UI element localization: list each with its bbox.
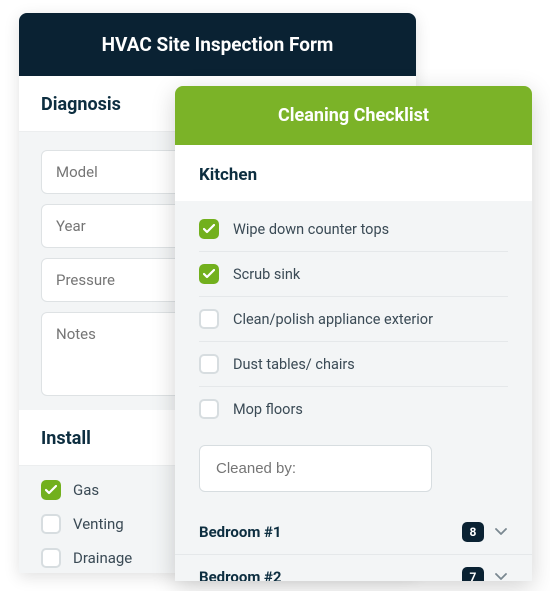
room-row-bedroom-1[interactable]: Bedroom #1 8 xyxy=(175,510,532,555)
install-item-label: Venting xyxy=(73,515,124,533)
room-row-bedroom-2[interactable]: Bedroom #2 7 xyxy=(175,555,532,581)
checkbox-icon xyxy=(199,354,219,374)
task-row[interactable]: Dust tables/ chairs xyxy=(199,342,508,387)
checkbox-icon xyxy=(199,219,219,239)
checkbox-icon xyxy=(199,399,219,419)
task-label: Clean/polish appliance exterior xyxy=(233,311,433,328)
checkbox-icon xyxy=(199,264,219,284)
task-label: Dust tables/ chairs xyxy=(233,356,355,373)
room-count-badge: 7 xyxy=(462,567,484,581)
task-label: Wipe down counter tops xyxy=(233,221,389,238)
hvac-title: HVAC Site Inspection Form xyxy=(19,13,416,76)
room-label: Bedroom #2 xyxy=(199,568,452,581)
kitchen-tasks: Wipe down counter tops Scrub sink Clean/… xyxy=(175,201,532,431)
install-item-label: Drainage xyxy=(73,549,132,567)
task-row[interactable]: Scrub sink xyxy=(199,252,508,297)
cleaning-title: Cleaning Checklist xyxy=(175,86,532,145)
kitchen-heading: Kitchen xyxy=(175,145,532,201)
task-label: Scrub sink xyxy=(233,266,300,283)
install-item-label: Gas xyxy=(73,481,99,499)
checkbox-icon xyxy=(41,548,61,568)
chevron-down-icon xyxy=(494,570,508,581)
checkbox-icon xyxy=(41,514,61,534)
cleaning-checklist-card: Cleaning Checklist Kitchen Wipe down cou… xyxy=(175,86,532,581)
room-count-badge: 8 xyxy=(462,522,484,542)
chevron-down-icon xyxy=(494,525,508,539)
checkbox-icon xyxy=(199,309,219,329)
task-row[interactable]: Clean/polish appliance exterior xyxy=(199,297,508,342)
task-label: Mop floors xyxy=(233,401,303,418)
checkbox-icon xyxy=(41,480,61,500)
room-label: Bedroom #1 xyxy=(199,523,452,541)
cleaned-by-input[interactable] xyxy=(199,445,432,492)
task-row[interactable]: Wipe down counter tops xyxy=(199,207,508,252)
task-row[interactable]: Mop floors xyxy=(199,387,508,431)
